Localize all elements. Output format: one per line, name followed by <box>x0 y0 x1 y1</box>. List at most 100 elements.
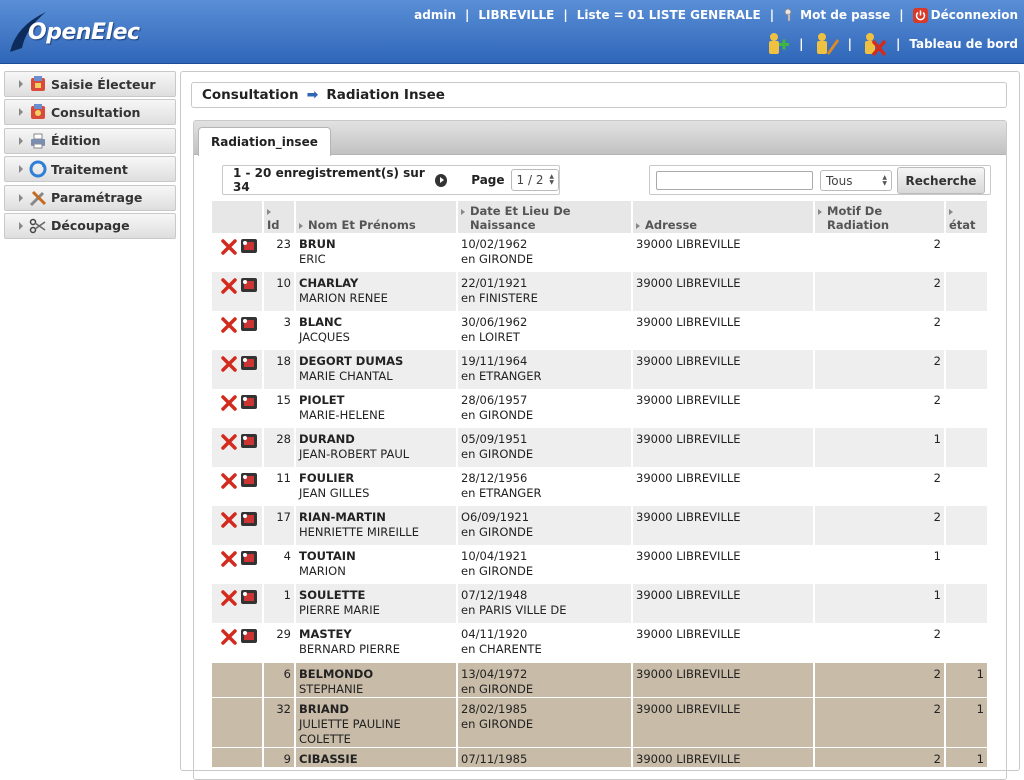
cell-id: 3 <box>263 311 296 350</box>
sidebar-item-consultation[interactable]: Consultation <box>4 99 176 126</box>
sidebar-item-traitement[interactable]: Traitement <box>4 156 176 183</box>
table-row[interactable]: 28 DURAND JEAN-ROBERT PAUL 05/09/1951 en GIR… <box>212 428 989 467</box>
search-input[interactable] <box>656 171 813 190</box>
processing-icon <box>29 160 47 178</box>
delete-icon[interactable] <box>221 512 237 528</box>
cell-motif: 2 <box>814 350 946 389</box>
edit-record-icon[interactable] <box>241 395 257 409</box>
cell-id: 15 <box>263 389 296 428</box>
table-row[interactable]: 1 SOULETTE PIERRE MARIE 07/12/1948 en PARIS … <box>212 584 989 623</box>
cell-etat <box>945 584 989 623</box>
table-row[interactable]: 32 BRIAND JULIETTE PAULINE COLETTE 28/02/19… <box>212 696 989 747</box>
search-button[interactable]: Recherche <box>897 167 985 194</box>
tab-radiation-insee[interactable]: Radiation_insee <box>198 127 331 156</box>
column-header-motif[interactable]: Motif De Radiation <box>814 201 946 233</box>
breadcrumb-parent[interactable]: Consultation <box>202 87 299 103</box>
column-header-nom[interactable]: Nom Et Prénoms <box>295 201 458 233</box>
cell-adresse: 39000 LIBREVILLE <box>632 350 815 389</box>
edit-record-icon[interactable] <box>241 278 257 292</box>
voter-entry-icon <box>31 76 45 91</box>
cell-naissance: 10/04/1921 en GIRONDE <box>457 545 633 584</box>
voter-surname: DEGORT DUMAS <box>299 354 404 368</box>
delete-icon[interactable] <box>221 239 237 255</box>
top-info-bar: admin | LIBREVILLE | Liste = 01 LISTE GE… <box>414 7 1018 23</box>
table-row[interactable]: 17 RIAN-MARTIN HENRIETTE MIREILLE O6/09/192… <box>212 506 989 545</box>
voter-firstnames: JEAN-ROBERT PAUL <box>299 447 410 461</box>
cell-adresse: 39000 LIBREVILLE <box>632 623 815 662</box>
edit-record-icon[interactable] <box>241 629 257 643</box>
main-panel: Consultation ➡ Radiation Insee Radiation… <box>180 71 1020 780</box>
edit-record-icon[interactable] <box>241 356 257 370</box>
edit-record-icon[interactable] <box>241 434 257 448</box>
sidebar-item-edition[interactable]: Édition <box>4 127 176 154</box>
delete-icon[interactable] <box>221 317 237 333</box>
birth-place: en GIRONDE <box>461 716 534 731</box>
cell-etat: 1 <box>945 696 989 747</box>
spinner-arrows-icon: ▲ ▼ <box>882 173 887 187</box>
cell-nom: RIAN-MARTIN HENRIETTE MIREILLE <box>295 506 458 545</box>
cell-naissance: 05/09/1951 en GIRONDE <box>457 428 633 467</box>
sidebar-item-saisie-electeur[interactable]: Saisie Électeur <box>4 71 176 97</box>
birth-date: 22/01/1921 <box>461 276 528 290</box>
voter-surname: RIAN-MARTIN <box>299 510 386 524</box>
table-row[interactable]: 4 TOUTAIN MARION 10/04/1921 en GIRONDE 39000 … <box>212 545 989 584</box>
sidebar-item-parametrage[interactable]: Paramétrage <box>4 184 176 211</box>
key-icon <box>784 8 792 22</box>
column-header-naissance[interactable]: Date Et Lieu De Naissance <box>457 201 633 233</box>
page-select[interactable]: 1 / 2 ▲ ▼ <box>510 169 559 191</box>
table-header-row: Id Nom Et Prénoms Date Et Lieu De Naissan… <box>212 201 989 233</box>
edit-record-icon[interactable] <box>241 473 257 487</box>
delete-icon[interactable] <box>221 395 237 411</box>
cell-naissance: 22/01/1921 en FINISTERE <box>457 272 633 311</box>
delete-icon[interactable] <box>221 434 237 450</box>
delete-icon[interactable] <box>221 590 237 606</box>
delete-icon[interactable] <box>221 278 237 294</box>
edit-record-icon[interactable] <box>241 239 257 253</box>
table-row[interactable]: 11 FOULIER JEAN GILLES 28/12/1956 en ETRANGE… <box>212 467 989 506</box>
edit-record-icon[interactable] <box>241 512 257 526</box>
birth-place: en GIRONDE <box>461 525 534 539</box>
table-row[interactable]: 18 DEGORT DUMAS MARIE CHANTAL 19/11/1964 en … <box>212 350 989 389</box>
openelec-logo[interactable]: OpenElec <box>8 8 148 56</box>
cell-motif: 2 <box>814 311 946 350</box>
cell-adresse: 39000 LIBREVILLE <box>632 545 815 584</box>
column-header-adresse[interactable]: Adresse <box>632 201 815 233</box>
sidebar-item-decoupage[interactable]: Découpage <box>4 212 176 239</box>
edit-record-icon[interactable] <box>241 551 257 565</box>
cell-motif: 2 <box>814 506 946 545</box>
column-header-etat[interactable]: état <box>945 201 989 233</box>
cell-naissance: 19/11/1964 en ETRANGER <box>457 350 633 389</box>
logout-link[interactable]: Déconnexion <box>912 7 1018 23</box>
sidebar-menu: Saisie Électeur Consultation Édition Tra… <box>4 71 176 241</box>
table-row[interactable]: 6 BELMONDO STEPHANIE 13/04/1972 en GIRONDE 39… <box>212 661 989 697</box>
table-row[interactable]: 15 PIOLET MARIE-HELENE 28/06/1957 en GIRONDE… <box>212 389 989 428</box>
scissors-icon <box>29 218 46 234</box>
delete-icon[interactable] <box>221 473 237 489</box>
delete-icon[interactable] <box>221 551 237 567</box>
edit-record-icon[interactable] <box>241 590 257 604</box>
table-row[interactable]: 10 CHARLAY MARION RENEE 22/01/1921 en FINIST… <box>212 272 989 311</box>
cell-adresse: 39000 LIBREVILLE <box>632 311 815 350</box>
table-row[interactable]: 29 MASTEY BERNARD PIERRE 04/11/1920 en CHARE… <box>212 623 989 662</box>
birth-date: 05/09/1951 <box>461 432 528 446</box>
edit-record-icon[interactable] <box>241 317 257 331</box>
remove-voter-icon[interactable] <box>861 31 887 57</box>
table-row[interactable]: 9 CIBASSIE 07/11/1985 39000 LIBREVILLE 2 1 <box>212 746 989 767</box>
expand-arrow-icon <box>19 108 23 117</box>
column-header-id[interactable]: Id <box>263 201 296 233</box>
birth-date: 30/06/1962 <box>461 315 528 329</box>
voter-firstnames: JACQUES <box>299 330 350 344</box>
delete-icon[interactable] <box>221 629 237 645</box>
cell-naissance: 07/12/1948 en PARIS VILLE DE <box>457 584 633 623</box>
next-page-icon[interactable] <box>435 173 448 187</box>
edit-voter-icon[interactable] <box>813 31 839 57</box>
table-row[interactable]: 3 BLANC JACQUES 30/06/1962 en LOIRET 39000 LI… <box>212 311 989 350</box>
password-link[interactable]: Mot de passe <box>783 8 890 22</box>
add-voter-icon[interactable] <box>764 31 790 57</box>
filter-select[interactable]: Tous ▲ ▼ <box>820 170 892 191</box>
delete-icon[interactable] <box>221 356 237 372</box>
cell-naissance: 04/11/1920 en CHARENTE <box>457 623 633 662</box>
table-row[interactable]: 23 BRUN ERIC 10/02/1962 en GIRONDE 39000 LIBR… <box>212 233 989 272</box>
dashboard-link[interactable]: Tableau de bord <box>909 37 1018 51</box>
voter-surname: DURAND <box>299 432 355 446</box>
